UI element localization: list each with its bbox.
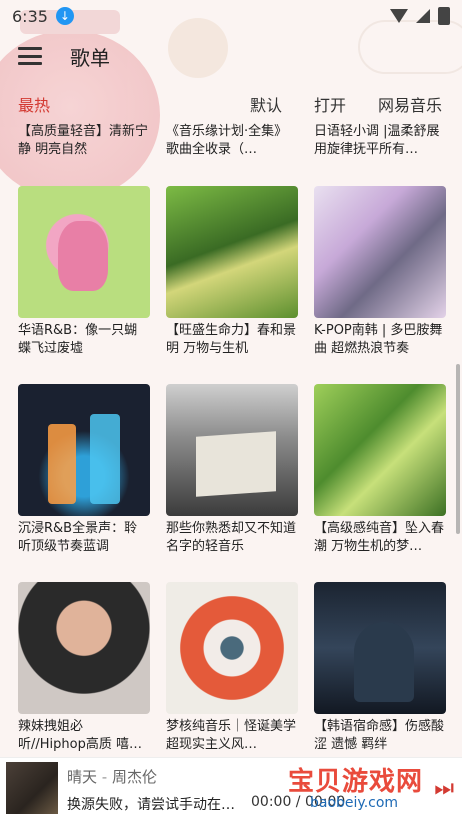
playlist-card[interactable]: 【韩语宿命感】伤感酸涩 遗憾 羁绊 <box>314 582 446 754</box>
playlist-card[interactable]: 【旺盛生命力】春和景明 万物与生机 <box>166 186 298 358</box>
playlist-title: K-POP南韩 | 多巴胺舞曲 超燃热浪节奏 <box>314 323 443 356</box>
playlist-card[interactable]: 【高质量轻音】清新宁静 明亮自然 <box>18 123 150 159</box>
playlist-title: 日语轻小调 |温柔舒展 用旋律抚平所有… <box>314 124 440 157</box>
playlist-title: 梦核纯音乐｜怪诞美学 超现实主义风… <box>166 719 297 752</box>
now-playing: 晴天 - 周杰伦 <box>67 768 157 786</box>
scrollbar[interactable] <box>456 364 460 534</box>
playlist-cover[interactable] <box>314 186 446 318</box>
watermark: 宝贝游戏网 baobeiy.com <box>288 761 458 817</box>
player-status-message: 换源失败，请尝试手动在搜索… <box>67 797 247 813</box>
playlist-title: 华语R&B：像一只蝴蝶飞过废墟 <box>18 323 138 356</box>
song-artist: 周杰伦 <box>111 768 157 786</box>
playlist-card[interactable]: 《音乐缘计划·全集》歌曲全收录（… <box>166 123 298 159</box>
playlist-cover[interactable] <box>166 384 298 516</box>
playlist-card[interactable]: K-POP南韩 | 多巴胺舞曲 超燃热浪节奏 <box>314 186 446 358</box>
watermark-text: 宝贝游戏网 <box>288 767 424 797</box>
playlist-cover[interactable] <box>18 186 150 318</box>
playlist-card[interactable]: 辣妹拽姐必听//Hiphop高质 嘻哈说… <box>18 582 150 754</box>
playlist-cover[interactable] <box>18 384 150 516</box>
playlist-cover[interactable] <box>166 186 298 318</box>
playlist-title: 沉浸R&B全景声：聆听顶级节奏蓝调 <box>18 521 138 554</box>
playlist-card[interactable]: 沉浸R&B全景声：聆听顶级节奏蓝调 <box>18 384 150 556</box>
playlist-title: 【旺盛生命力】春和景明 万物与生机 <box>166 323 297 356</box>
playlist-card[interactable]: 华语R&B：像一只蝴蝶飞过废墟 <box>18 186 150 358</box>
playlist-title: 【高质量轻音】清新宁静 明亮自然 <box>18 124 149 157</box>
next-track-icon[interactable]: ⏭ <box>434 776 454 801</box>
playlist-grid: 【高质量轻音】清新宁静 明亮自然 《音乐缘计划·全集》歌曲全收录（… 日语轻小调… <box>0 0 462 821</box>
playlist-card[interactable]: 【高级感纯音】坠入春潮 万物生机的梦… <box>314 384 446 556</box>
playlist-cover[interactable] <box>166 582 298 714</box>
mini-player[interactable]: 晴天 - 周杰伦 换源失败，请尝试手动在搜索… 00:00 / 00:00 宝贝… <box>0 757 462 822</box>
song-title: 晴天 <box>67 768 98 786</box>
playlist-card[interactable]: 梦核纯音乐｜怪诞美学 超现实主义风… <box>166 582 298 754</box>
playlist-cover[interactable] <box>314 384 446 516</box>
playlist-title: 辣妹拽姐必听//Hiphop高质 嘻哈说… <box>18 719 142 752</box>
playlist-cover[interactable] <box>18 582 150 714</box>
playlist-cover[interactable] <box>314 582 446 714</box>
playlist-title: 【韩语宿命感】伤感酸涩 遗憾 羁绊 <box>314 719 445 752</box>
playlist-title: 【高级感纯音】坠入春潮 万物生机的梦… <box>314 521 445 554</box>
album-cover[interactable] <box>6 762 58 814</box>
playlist-card[interactable]: 日语轻小调 |温柔舒展 用旋律抚平所有… <box>314 123 446 159</box>
playlist-title: 那些你熟悉却又不知道名字的轻音乐 <box>166 521 297 554</box>
playlist-card[interactable]: 那些你熟悉却又不知道名字的轻音乐 <box>166 384 298 556</box>
playlist-title: 《音乐缘计划·全集》歌曲全收录（… <box>166 124 288 157</box>
watermark-url: baobeiy.com <box>310 795 399 811</box>
